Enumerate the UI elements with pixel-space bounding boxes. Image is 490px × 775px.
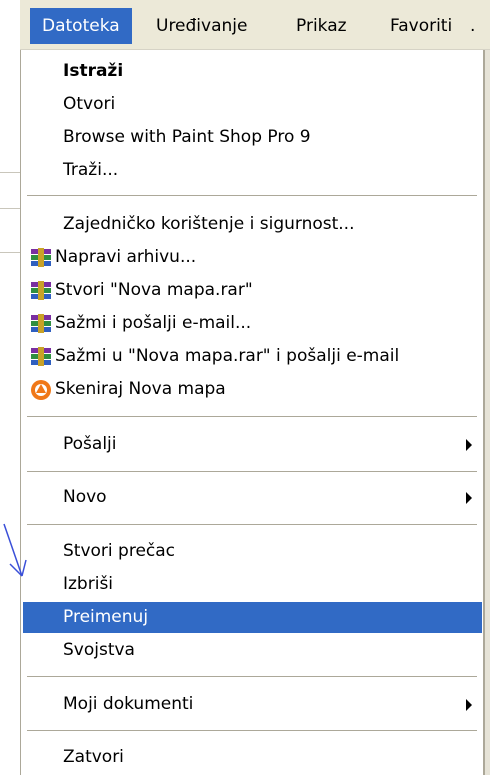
menu-item-istrazi[interactable]: Istraži [23,56,482,87]
menu-item-label: Skeniraj Nova mapa [55,379,226,399]
menubar-item-datoteka[interactable]: Datoteka [30,8,132,44]
menu-item-label: Traži... [63,160,119,180]
callout-arrow-icon [3,523,27,577]
menu-separator [27,676,477,677]
menu-separator [27,730,477,731]
menu-item-skeniraj[interactable]: Skeniraj Nova mapa [23,374,482,405]
menu-item-label: Moji dokumenti [63,694,194,714]
menu-item-label: Napravi arhivu... [55,247,197,267]
menu-item-label: Sažmi i pošalji e-mail... [55,313,252,333]
avast-icon [31,380,51,400]
menu-item-sazmi-posalji-email[interactable]: Sažmi i pošalji e-mail... [23,308,482,339]
menu-item-label: Svojstva [63,640,135,660]
submenu-arrow-icon [466,439,472,451]
menu-separator [27,524,477,525]
menu-bar: Datoteka Uređivanje Prikaz Favoriti . [20,0,490,50]
winrar-icon [31,248,51,267]
window-right-edge [485,50,490,775]
menu-item-stvori-precac[interactable]: Stvori prečac [23,536,482,567]
screen: Datoteka Uređivanje Prikaz Favoriti . Is… [0,0,490,775]
winrar-icon [31,314,51,333]
menu-item-browse-paint-shop-pro[interactable]: Browse with Paint Shop Pro 9 [23,122,482,153]
menu-item-trazi[interactable]: Traži... [23,155,482,186]
menu-item-label: Izbriši [63,574,114,594]
menu-item-label: Zajedničko korištenje i sigurnost... [63,214,355,234]
menu-item-zatvori[interactable]: Zatvori [23,742,482,773]
menu-item-moji-dokumenti[interactable]: Moji dokumenti [23,689,482,720]
menu-item-label: Preimenuj [63,607,149,627]
menu-item-preimenuj[interactable]: Preimenuj [23,602,482,633]
submenu-arrow-icon [466,699,472,711]
menu-item-sharing-security[interactable]: Zajedničko korištenje i sigurnost... [23,209,482,240]
menubar-item-overflow[interactable]: . [466,8,479,44]
menu-item-label: Pošalji [63,434,117,454]
menu-item-label: Otvori [63,94,116,114]
menubar-item-favoriti[interactable]: Favoriti [378,8,464,44]
menu-item-posalji[interactable]: Pošalji [23,429,482,460]
menu-item-napravi-arhivu[interactable]: Napravi arhivu... [23,242,482,273]
menu-item-label: Browse with Paint Shop Pro 9 [63,127,311,147]
file-menu-dropdown: Istraži Otvori Browse with Paint Shop Pr… [20,50,485,775]
menu-item-svojstva[interactable]: Svojstva [23,635,482,666]
menu-item-otvori[interactable]: Otvori [23,89,482,120]
menu-item-label: Novo [63,487,107,507]
menu-item-label: Zatvori [63,747,124,767]
menu-item-label: Stvori prečac [63,541,176,561]
window-left-edge [0,0,20,775]
menu-item-stvori-rar[interactable]: Stvori "Nova mapa.rar" [23,275,482,306]
winrar-icon [31,347,51,366]
menu-item-izbrisi[interactable]: Izbriši [23,569,482,600]
menu-item-sazmi-rar-posalji-email[interactable]: Sažmi u "Nova mapa.rar" i pošalji e-mail [23,341,482,372]
menu-separator [27,471,477,472]
menubar-item-prikaz[interactable]: Prikaz [284,8,359,44]
winrar-icon [31,281,51,300]
menu-separator [27,416,477,417]
menu-item-novo[interactable]: Novo [23,482,482,513]
menu-item-label: Sažmi u "Nova mapa.rar" i pošalji e-mail [55,346,400,366]
menubar-item-uredivanje[interactable]: Uređivanje [144,8,259,44]
menu-separator [27,195,477,196]
menu-item-label: Stvori "Nova mapa.rar" [55,280,253,300]
submenu-arrow-icon [466,492,472,504]
menu-item-label: Istraži [63,61,124,81]
